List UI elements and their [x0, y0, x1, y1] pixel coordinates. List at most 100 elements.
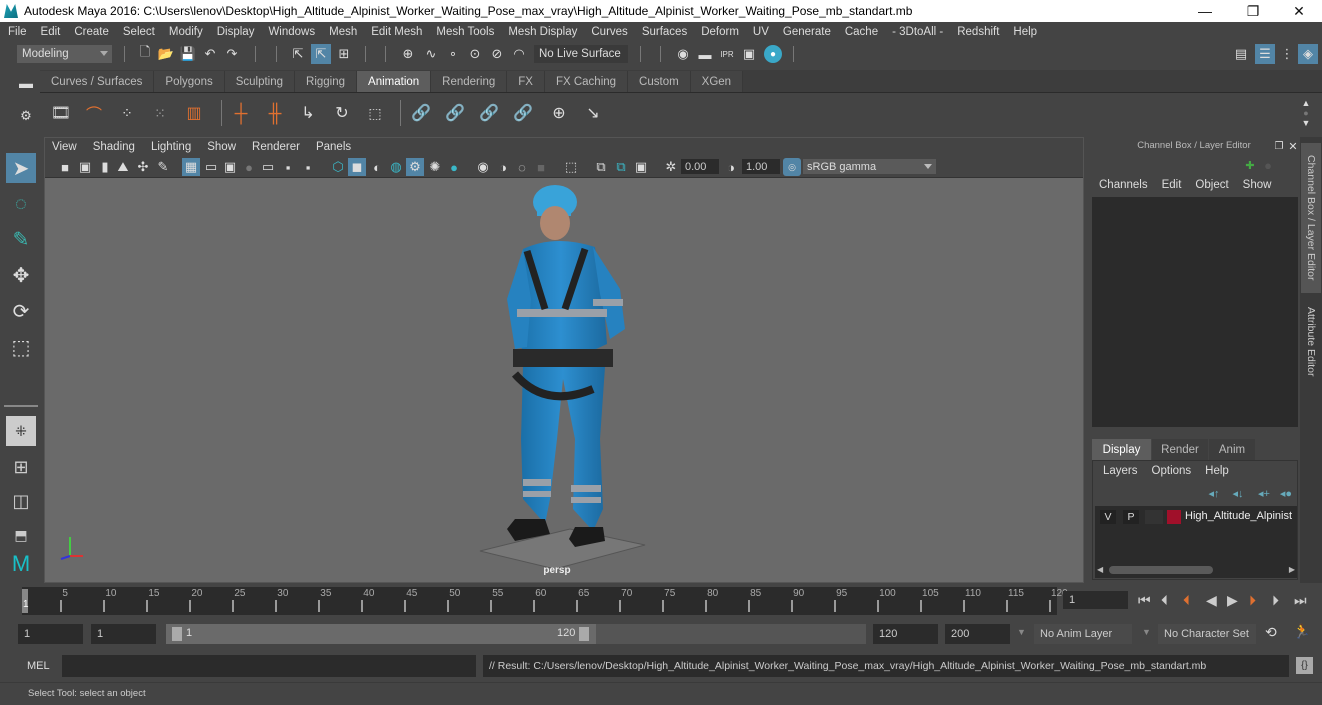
gamma-field[interactable]: 1.00 — [742, 159, 780, 174]
depth-of-field-icon[interactable]: ◌ — [514, 159, 530, 175]
scale-constraint-icon[interactable]: 🔗 — [512, 103, 534, 123]
step-back-key-icon[interactable]: ⏴ — [1183, 592, 1190, 609]
wireframe-on-shaded-icon[interactable]: ◐ — [369, 159, 385, 175]
playblast-icon[interactable]: 🎞 — [50, 103, 72, 123]
shelf-tab-xgen[interactable]: XGen — [690, 71, 744, 92]
scrollbar-thumb[interactable] — [1109, 566, 1213, 574]
command-input[interactable] — [62, 655, 476, 677]
channel-menu-show[interactable]: Show — [1243, 179, 1272, 191]
four-view-layout-icon[interactable]: ⊞ — [6, 452, 36, 482]
menu-mesh-tools[interactable]: Mesh Tools — [436, 26, 494, 38]
menu-display[interactable]: Display — [217, 26, 255, 38]
viewport-menu-view[interactable]: View — [52, 141, 77, 153]
textured-icon[interactable]: ◍ — [388, 159, 404, 175]
layer-tab-display[interactable]: Display — [1092, 439, 1151, 460]
menu-set-dropdown[interactable]: Modeling — [17, 45, 112, 63]
tool-settings-toggle-icon[interactable]: ⋮ — [1279, 46, 1295, 62]
channel-menu-edit[interactable]: Edit — [1162, 179, 1182, 191]
go-to-start-icon[interactable]: ⏮ — [1138, 592, 1151, 609]
camera-attributes-icon[interactable]: ▣ — [77, 159, 93, 175]
channel-menu-channels[interactable]: Channels — [1099, 179, 1148, 191]
close-button[interactable]: ✕ — [1276, 0, 1322, 22]
aim-constraint-icon[interactable]: ⊕ — [548, 103, 570, 123]
snap-curve-icon[interactable]: ∿ — [423, 46, 439, 62]
safe-action-icon[interactable]: ▪ — [280, 159, 296, 175]
new-scene-icon[interactable]: 🗋 — [137, 44, 153, 62]
shadows-icon[interactable]: ✺ — [427, 159, 443, 175]
playback-range-bar[interactable]: 1 120 — [166, 624, 596, 644]
menu-windows[interactable]: Windows — [268, 26, 315, 38]
exposure-field[interactable]: 0.00 — [681, 159, 719, 174]
gate-mask-icon[interactable]: ● — [241, 159, 257, 175]
menu-surfaces[interactable]: Surfaces — [642, 26, 687, 38]
script-language-toggle[interactable]: MEL — [27, 660, 50, 672]
select-tool-icon[interactable]: ➤ — [6, 153, 36, 183]
live-surface-field[interactable]: No Live Surface — [534, 45, 628, 63]
layer-tab-anim[interactable]: Anim — [1209, 439, 1255, 460]
play-forwards-icon[interactable]: ▶ — [1227, 592, 1238, 609]
channel-menu-object[interactable]: Object — [1195, 179, 1228, 191]
viewport-menu-shading[interactable]: Shading — [93, 141, 135, 153]
layer-visibility-toggle[interactable]: V — [1100, 510, 1116, 524]
menu-mesh[interactable]: Mesh — [329, 26, 357, 38]
character-set-dropdown[interactable]: No Character Set — [1158, 624, 1256, 644]
menu-help[interactable]: Help — [1013, 26, 1037, 38]
layer-row[interactable]: V P High_Altitude_Alpinist — [1095, 506, 1297, 528]
animation-end-field[interactable]: 200 — [945, 624, 1010, 644]
menu-file[interactable]: File — [8, 26, 27, 38]
image-plane-icon[interactable]: ⛰ — [115, 159, 131, 175]
menu-cache[interactable]: Cache — [845, 26, 878, 38]
layer-menu-layers[interactable]: Layers — [1103, 465, 1138, 477]
exposure-icon[interactable]: ✲ — [663, 159, 679, 175]
range-start-handle[interactable] — [172, 627, 182, 641]
snap-grid-icon[interactable]: ⊕ — [400, 46, 416, 62]
scroll-right-icon[interactable]: ▶ — [1289, 565, 1295, 574]
viewport-menu-lighting[interactable]: Lighting — [151, 141, 191, 153]
layer-list-horizontal-scrollbar[interactable]: ◀ ▶ — [1097, 565, 1295, 576]
maximize-button[interactable]: ❐ — [1230, 0, 1276, 22]
resolution-gate-icon[interactable]: ▣ — [222, 159, 238, 175]
persp-outliner-layout-icon[interactable]: ◫ — [6, 486, 36, 516]
shelf-scroll-down-icon[interactable]: ▼ — [1298, 115, 1314, 131]
modeling-toolkit-icon[interactable]: ▤ — [1233, 46, 1249, 62]
layer-menu-help[interactable]: Help — [1205, 465, 1229, 477]
film-gate-icon[interactable]: ▭ — [203, 159, 219, 175]
menu-create[interactable]: Create — [74, 26, 109, 38]
menu-deform[interactable]: Deform — [701, 26, 739, 38]
step-forward-key-icon[interactable]: ⏵ — [1249, 592, 1256, 609]
side-tab-channel-box[interactable]: Channel Box / Layer Editor — [1301, 143, 1321, 293]
lasso-tool-icon[interactable]: ◌ — [6, 189, 36, 219]
scroll-left-icon[interactable]: ◀ — [1097, 565, 1103, 574]
motion-blur-icon[interactable]: ◉ — [475, 159, 491, 175]
move-layer-down-icon[interactable]: ◂↓ — [1230, 485, 1246, 501]
shelf-tab-polygons[interactable]: Polygons — [154, 71, 225, 92]
trax-editor-icon[interactable]: ⁙ — [149, 103, 171, 123]
smooth-shade-icon[interactable]: ◼ — [348, 158, 366, 176]
point-constraint-icon[interactable]: 🔗 — [444, 103, 466, 123]
dope-sheet-icon[interactable]: ⁘ — [116, 103, 138, 123]
field-chart-icon[interactable]: ▭ — [260, 159, 276, 175]
snap-view-plane-icon[interactable]: ⊙ — [467, 46, 483, 62]
layer-playback-toggle[interactable]: P — [1123, 510, 1139, 524]
time-editor-icon[interactable]: ▥ — [183, 103, 205, 123]
snap-point-icon[interactable]: ∘ — [445, 46, 461, 62]
orient-constraint-icon[interactable]: 🔗 — [478, 103, 500, 123]
move-layer-up-icon[interactable]: ◂↑ — [1206, 485, 1222, 501]
set-breakdown-icon[interactable]: ╫ — [264, 103, 286, 123]
pole-vector-constraint-icon[interactable]: ↘ — [582, 103, 604, 123]
menu-mesh-display[interactable]: Mesh Display — [508, 26, 577, 38]
safe-title-icon[interactable]: ▪ — [300, 159, 316, 175]
isolate-select-icon[interactable]: ⬚ — [563, 159, 579, 175]
multisample-aa-icon[interactable]: ◑ — [495, 159, 511, 175]
camera-select-icon[interactable]: ■ — [57, 159, 73, 175]
menu-curves[interactable]: Curves — [591, 26, 627, 38]
create-layer-from-selected-icon[interactable]: ◂● — [1278, 485, 1294, 501]
xray-active-components-icon[interactable]: ⧉ — [613, 159, 629, 175]
move-tool-icon[interactable]: ✥ — [6, 260, 36, 290]
menu-edit-mesh[interactable]: Edit Mesh — [371, 26, 422, 38]
character-set-dropdown-arrow-icon[interactable]: ▼ — [1142, 627, 1151, 637]
render-view-icon[interactable]: ◉ — [675, 46, 691, 62]
scale-tool-icon[interactable]: ⬚ — [6, 332, 36, 362]
shelf-tab-rigging[interactable]: Rigging — [295, 71, 358, 92]
select-by-object-icon[interactable]: ⇱ — [311, 44, 331, 64]
